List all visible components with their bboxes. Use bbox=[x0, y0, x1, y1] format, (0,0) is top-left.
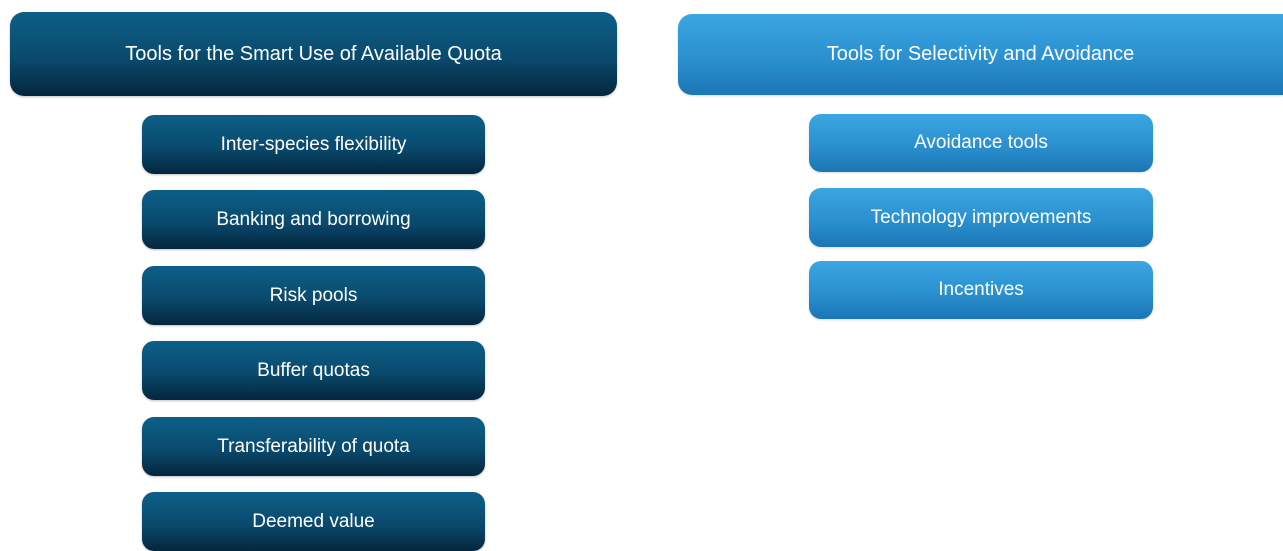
left-item-label: Deemed value bbox=[252, 510, 375, 532]
right-item-technology-improvements: Technology improvements bbox=[809, 188, 1153, 247]
left-item-label: Buffer quotas bbox=[257, 359, 370, 381]
right-item-label: Technology improvements bbox=[870, 206, 1092, 228]
right-item-incentives: Incentives bbox=[809, 261, 1153, 319]
left-item-label: Transferability of quota bbox=[217, 435, 410, 457]
left-item-deemed-value: Deemed value bbox=[142, 492, 485, 551]
left-item-label: Inter-species flexibility bbox=[220, 133, 407, 155]
left-item-banking-and-borrowing: Banking and borrowing bbox=[142, 190, 485, 249]
right-column-header: Tools for Selectivity and Avoidance bbox=[678, 14, 1283, 95]
left-item-label: Risk pools bbox=[269, 284, 358, 306]
right-column-header-label: Tools for Selectivity and Avoidance bbox=[826, 43, 1135, 65]
left-item-label: Banking and borrowing bbox=[216, 208, 411, 230]
right-item-avoidance-tools: Avoidance tools bbox=[809, 114, 1153, 172]
left-item-transferability-of-quota: Transferability of quota bbox=[142, 417, 485, 476]
left-item-risk-pools: Risk pools bbox=[142, 266, 485, 325]
left-item-inter-species-flexibility: Inter-species flexibility bbox=[142, 115, 485, 174]
right-item-label: Incentives bbox=[938, 279, 1024, 300]
left-column-header: Tools for the Smart Use of Available Quo… bbox=[10, 12, 617, 96]
left-column-header-label: Tools for the Smart Use of Available Quo… bbox=[125, 42, 502, 65]
right-item-label: Avoidance tools bbox=[914, 132, 1048, 153]
left-item-buffer-quotas: Buffer quotas bbox=[142, 341, 485, 400]
